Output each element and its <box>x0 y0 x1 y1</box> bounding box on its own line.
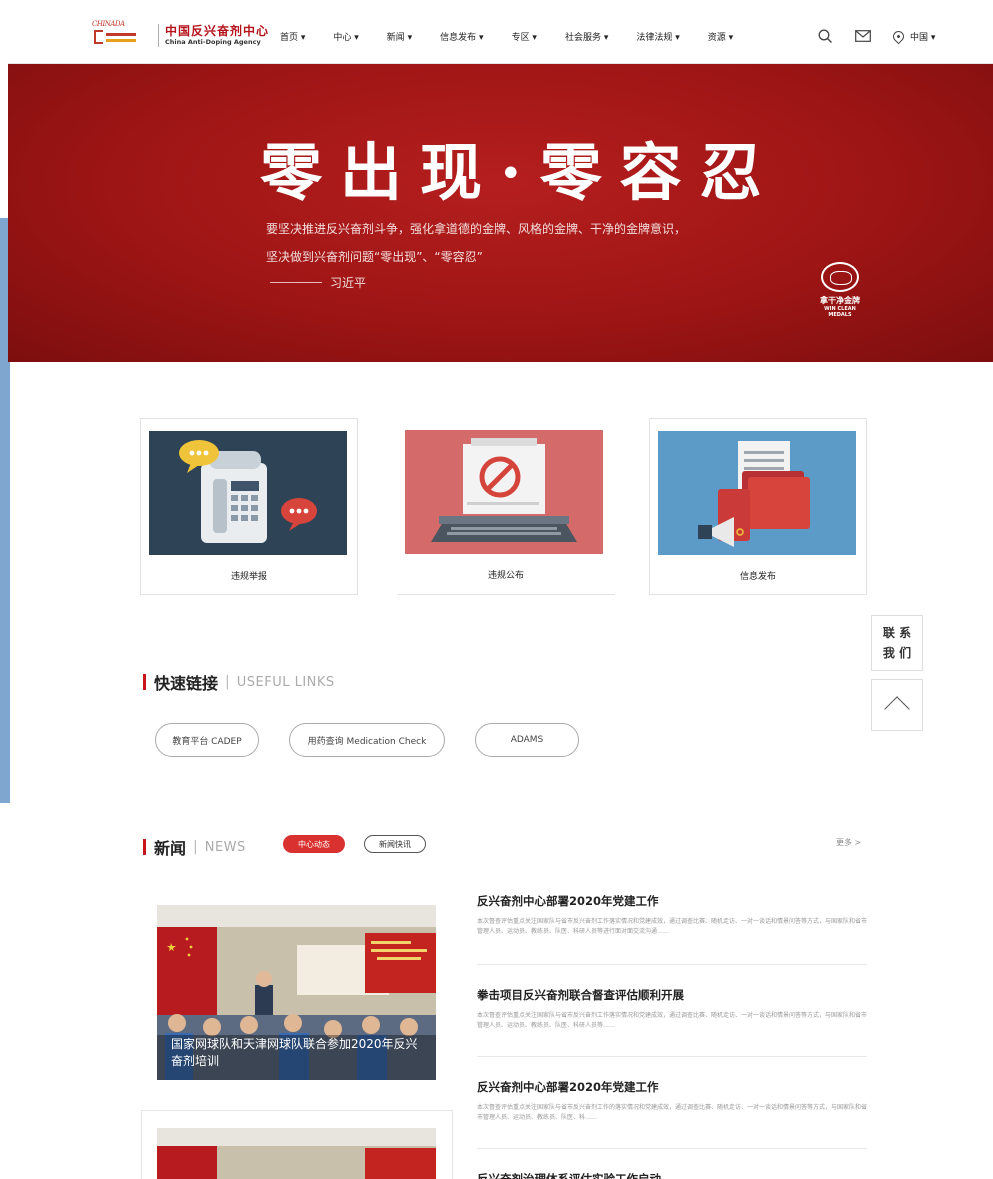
news-summary: 本次督查评估重点关注国家队与省市反兴奋剂工作落实情况和党建成效，通过调查比赛、随… <box>477 1012 868 1029</box>
card-violation-report[interactable]: 违规举报 <box>140 418 358 595</box>
tab-news-flash[interactable]: 新闻快讯 <box>364 835 426 853</box>
news-title[interactable]: 反兴奋剂中心部署2020年党建工作 <box>477 893 867 909</box>
logo-name-cn: 中国反兴奋剂中心 <box>165 23 270 38</box>
nav-center[interactable]: 中心 ▾ <box>333 30 358 43</box>
mail-icon[interactable] <box>855 30 871 42</box>
nav-special-zone[interactable]: 专区 ▾ <box>512 30 537 43</box>
nav-social-service[interactable]: 社会服务 ▾ <box>565 30 608 43</box>
link-adams[interactable]: ADAMS <box>475 723 579 757</box>
card-label: 违规公布 <box>487 571 524 581</box>
tab-center-news[interactable]: 中心动态 <box>283 835 345 853</box>
banner-quote-line2: 坚决做到兴奋剂问题“零出现”、“零容忍” <box>266 250 483 264</box>
nav-resources[interactable]: 资源 ▾ <box>708 30 733 43</box>
news-title[interactable]: 反兴奋剂治理体系评估实验工作启动 <box>477 1171 867 1179</box>
main-nav: 首页 ▾ 中心 ▾ 新闻 ▾ 信息发布 ▾ 专区 ▾ 社会服务 ▾ 法律法规 ▾… <box>280 8 761 64</box>
useful-links-heading: 快速链接 | USEFUL LINKS <box>143 670 335 694</box>
hero-banner: 零出现·零容忍 要坚决推进反兴奋剂斗争，强化拿道德的金牌、风格的金牌、干净的金牌… <box>8 64 993 362</box>
nav-info-release[interactable]: 信息发布 ▾ <box>440 30 483 43</box>
link-cadep[interactable]: 教育平台 CADEP <box>155 723 259 757</box>
news-item[interactable]: 反兴奋剂中心部署2020年党建工作 本次督查评估重点关注国家队与省市反兴奋剂工作… <box>477 893 867 937</box>
chevron-up-icon <box>884 696 910 722</box>
card-label: 违规举报 <box>230 572 267 582</box>
site-header: CHINADA 中国反兴奋剂中心 China Anti-Doping Agenc… <box>8 8 993 64</box>
news-summary: 本次督查评估重点关注国家队与省市反兴奋剂工作落实情况和党建成效，通过调查比赛、随… <box>477 918 868 935</box>
laptop-prohibited-illustration <box>405 430 603 554</box>
news-more-link[interactable]: 更多 > <box>836 837 861 848</box>
news-heading: 新闻 | NEWS <box>143 835 246 859</box>
back-to-top-button[interactable] <box>871 679 923 731</box>
news-item[interactable]: 拳击项目反兴奋剂联合督查评估顺利开展 本次督查评估重点关注国家队与省市反兴奋剂工… <box>477 987 867 1031</box>
banner-dash <box>270 282 322 283</box>
phone-report-illustration <box>149 431 347 555</box>
news-item[interactable]: 反兴奋剂中心部署2020年党建工作 本次督查评估重点关注国家队与省市反兴奋剂工作… <box>477 1079 867 1123</box>
site-logo[interactable]: CHINADA 中国反兴奋剂中心 China Anti-Doping Agenc… <box>92 20 269 50</box>
card-info-release[interactable]: 信息发布 <box>649 418 867 595</box>
card-label: 信息发布 <box>739 572 776 582</box>
region-selector[interactable]: 中国 ▾ <box>890 28 935 44</box>
nav-news[interactable]: 新闻 ▾ <box>387 30 412 43</box>
folder-megaphone-illustration <box>658 431 856 555</box>
card-violation-publish[interactable]: 违规公布 <box>397 418 615 595</box>
news-title[interactable]: 拳击项目反兴奋剂联合督查评估顺利开展 <box>477 987 867 1003</box>
link-medication-check[interactable]: 用药查询 Medication Check <box>289 723 445 757</box>
banner-author: 习近平 <box>330 276 367 290</box>
contact-us-button[interactable]: 联 系 我 们 <box>871 615 923 671</box>
search-icon[interactable] <box>818 29 833 44</box>
news-feature-photo[interactable]: 国家网球队和天津网球队联合参加2020年反兴奋剂培训 <box>157 905 436 1080</box>
news-secondary-photo[interactable] <box>157 1128 436 1179</box>
news-summary: 本次督查评估重点关注国家队与省市反兴奋剂工作的落实情况和党建成效，通过调查比赛、… <box>477 1104 868 1121</box>
news-item[interactable]: 反兴奋剂治理体系评估实验工作启动 <box>477 1171 867 1179</box>
news-title[interactable]: 反兴奋剂中心部署2020年党建工作 <box>477 1079 867 1095</box>
logo-name-en: China Anti-Doping Agency <box>165 37 261 46</box>
chinada-logo-mark: CHINADA <box>92 20 152 50</box>
location-pin-icon <box>890 28 907 44</box>
nav-home[interactable]: 首页 ▾ <box>280 30 305 43</box>
win-clean-medals-seal: 拿干净金牌 WIN CLEAN MEDALS <box>814 262 866 320</box>
banner-quote-line1: 要坚决推进反兴奋剂斗争，强化拿道德的金牌、风格的金牌、干净的金牌意识， <box>266 222 687 236</box>
photo-caption: 国家网球队和天津网球队联合参加2020年反兴奋剂培训 <box>171 1037 418 1068</box>
banner-title: 零出现·零容忍 <box>260 136 780 209</box>
nav-laws[interactable]: 法律法规 ▾ <box>636 30 679 43</box>
